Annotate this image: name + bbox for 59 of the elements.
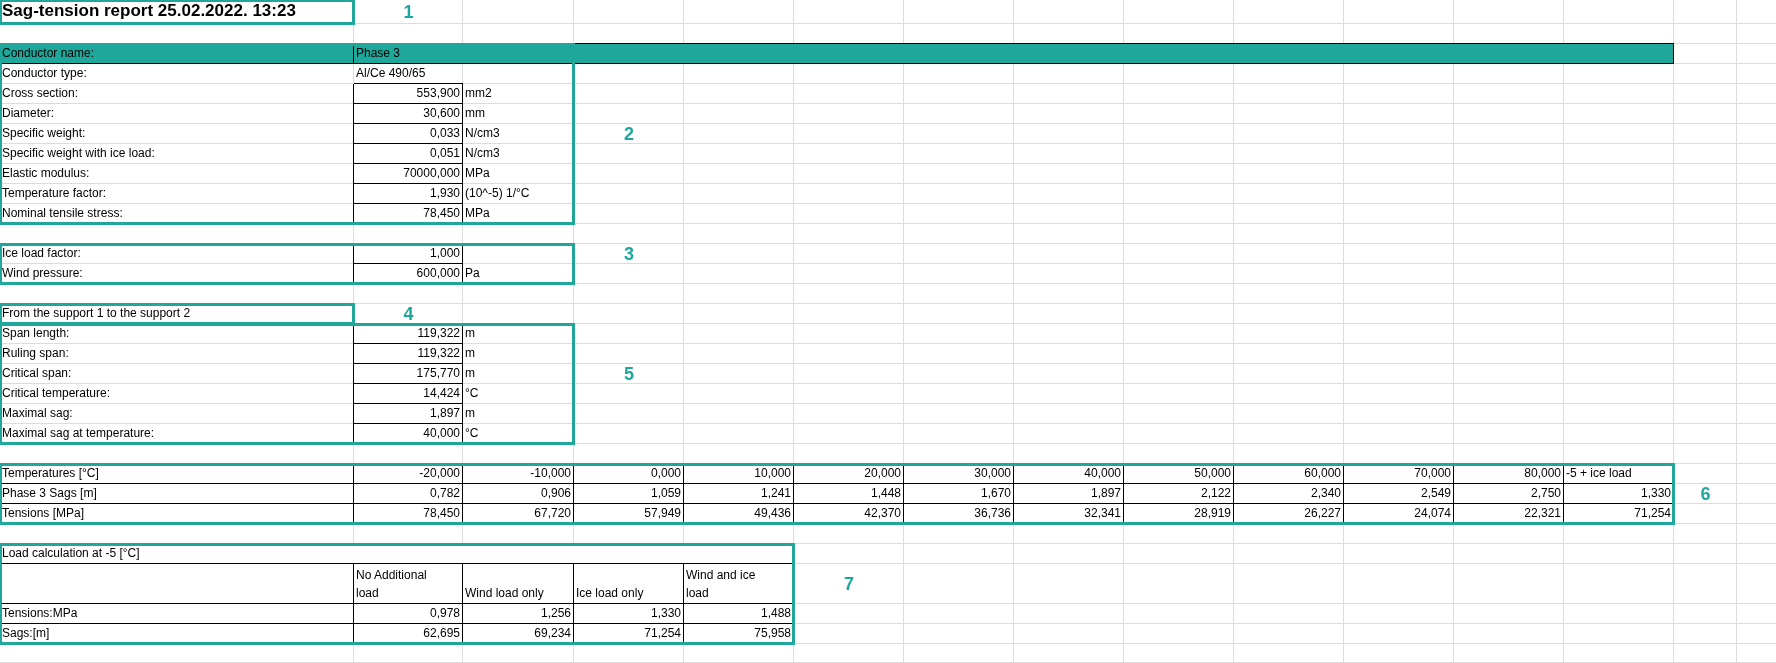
table-cell: 40,000 xyxy=(1014,464,1124,484)
table-cell: 1,670 xyxy=(904,484,1014,504)
label-cell: Specific weight: xyxy=(0,124,354,144)
table-cell: 60,000 xyxy=(1234,464,1344,484)
value-cell: 30,600 xyxy=(354,104,463,124)
table-cell: 1,059 xyxy=(574,484,684,504)
table-cell: 2,750 xyxy=(1454,484,1564,504)
annotation-number: 4 xyxy=(402,304,415,324)
label-cell: Maximal sag: xyxy=(0,404,354,424)
value-cell: 1,930 xyxy=(354,184,463,204)
table-cell: 0,906 xyxy=(463,484,574,504)
column-header: Wind load only xyxy=(463,564,574,604)
annotation-number: 6 xyxy=(1699,484,1712,504)
label-cell: Elastic modulus: xyxy=(0,164,354,184)
label-cell: Diameter: xyxy=(0,104,354,124)
table-cell: 0,978 xyxy=(354,604,463,624)
table-cell: 70,000 xyxy=(1344,464,1454,484)
table-cell: 1,448 xyxy=(794,484,904,504)
table-cell: 1,897 xyxy=(1014,484,1124,504)
table-cell: 2,340 xyxy=(1234,484,1344,504)
value-cell: 0,051 xyxy=(354,144,463,164)
value-cell: 1,000 xyxy=(354,244,463,264)
value-cell: 0,033 xyxy=(354,124,463,144)
annotation-number: 5 xyxy=(623,364,635,384)
table-cell: 1,241 xyxy=(684,484,794,504)
table-title: Load calculation at -5 [°C] xyxy=(0,544,794,564)
label-cell: Critical temperature: xyxy=(0,384,354,404)
value-cell: 14,424 xyxy=(354,384,463,404)
annotation-number: 7 xyxy=(843,572,855,596)
value-cell: 119,322 xyxy=(354,344,463,364)
table-cell: 1,256 xyxy=(463,604,574,624)
value-cell: Phase 3 xyxy=(354,44,1674,64)
label-cell: Cross section: xyxy=(0,84,354,104)
column-header: No Additional load xyxy=(354,564,463,604)
value-cell: 119,322 xyxy=(354,324,463,344)
table-cell: 0,000 xyxy=(574,464,684,484)
table-cell: 2,122 xyxy=(1124,484,1234,504)
label-cell: Ruling span: xyxy=(0,344,354,364)
label-cell: Temperature factor: xyxy=(0,184,354,204)
label-cell: Tensions:MPa xyxy=(0,604,354,624)
table-cell: 1,330 xyxy=(574,604,684,624)
table-cell: 2,549 xyxy=(1344,484,1454,504)
table-cell: 30,000 xyxy=(904,464,1014,484)
annotation-number: 3 xyxy=(623,244,635,264)
label-cell: Specific weight with ice load: xyxy=(0,144,354,164)
table-cell: 50,000 xyxy=(1124,464,1234,484)
annotation-number: 1 xyxy=(402,0,415,24)
column-header: Ice load only xyxy=(574,564,684,604)
value-cell: 553,900 xyxy=(354,84,463,104)
value-cell: 1,897 xyxy=(354,404,463,424)
table-cell: 80,000 xyxy=(1454,464,1564,484)
table-cell: 20,000 xyxy=(794,464,904,484)
value-cell: 175,770 xyxy=(354,364,463,384)
label-cell: Critical span: xyxy=(0,364,354,384)
value-cell: 70000,000 xyxy=(354,164,463,184)
label-cell: Phase 3 Sags [m] xyxy=(0,484,354,504)
annotation-number: 2 xyxy=(623,124,635,144)
table-cell: 0,782 xyxy=(354,484,463,504)
table-cell: 10,000 xyxy=(684,464,794,484)
